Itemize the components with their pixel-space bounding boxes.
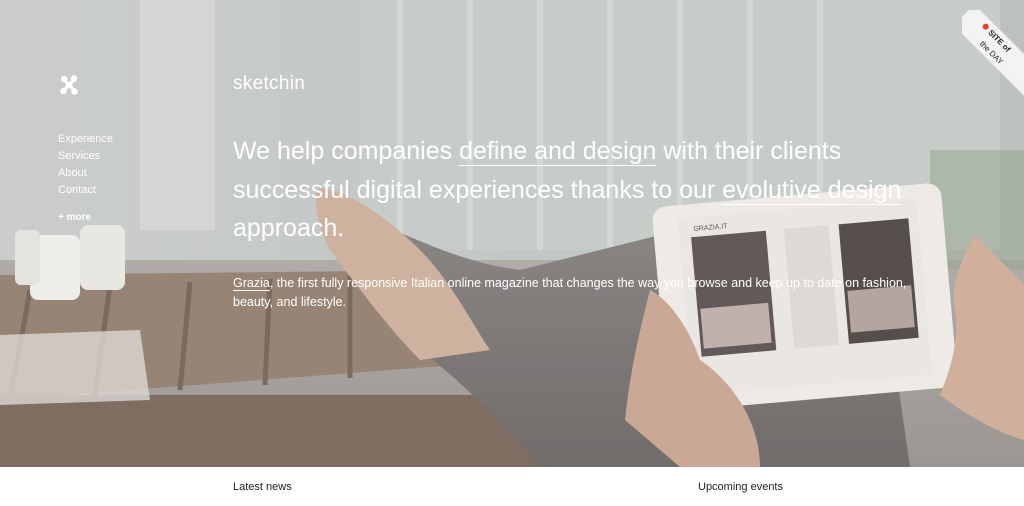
side-navigation: Experience Services About Contact — [58, 131, 113, 199]
nav-link-contact[interactable]: Contact — [58, 182, 113, 199]
news-events-strip: Latest news Upcoming events — [0, 467, 1024, 506]
latest-news-heading: Latest news — [233, 481, 292, 493]
headline-text-1: We help companies — [233, 137, 460, 165]
sketchin-logo-icon[interactable] — [58, 74, 80, 96]
featured-project-description: , the first fully responsive Italian onl… — [233, 276, 907, 309]
headline-text-3: approach. — [233, 214, 345, 242]
nav-item-services: Services — [58, 148, 113, 165]
nav-item-contact: Contact — [58, 182, 113, 199]
brand-name[interactable]: sketchin — [233, 73, 305, 95]
grazia-project-link[interactable]: Grazia — [233, 276, 270, 291]
nav-link-about[interactable]: About — [58, 165, 113, 182]
upcoming-events-heading: Upcoming events — [698, 481, 783, 493]
more-link[interactable]: + more — [58, 212, 91, 223]
site-of-the-day-badge[interactable]: SITE of the DAY — [962, 10, 1024, 100]
nav-link-services[interactable]: Services — [58, 148, 113, 165]
define-and-design-link[interactable]: define and design — [459, 137, 657, 166]
nav-item-about: About — [58, 165, 113, 182]
featured-project-caption: Grazia, the first fully responsive Itali… — [233, 274, 923, 312]
hero-section: GRAZIA.IT sketchin Experience Services A… — [0, 0, 1024, 467]
hero-headline: We help companies define and design with… — [233, 132, 933, 248]
evolutive-design-link[interactable]: evolutive design — [722, 175, 902, 205]
nav-link-experience[interactable]: Experience — [58, 131, 113, 148]
nav-item-experience: Experience — [58, 131, 113, 148]
